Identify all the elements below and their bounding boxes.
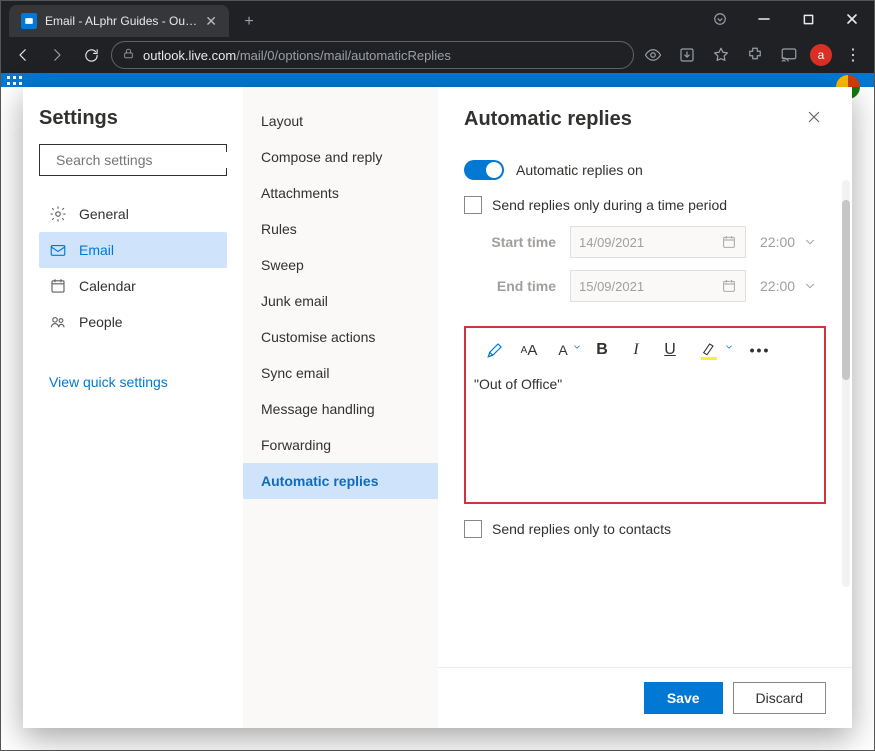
people-icon — [49, 313, 67, 331]
profile-avatar[interactable]: a — [810, 44, 832, 66]
forward-button[interactable] — [43, 41, 71, 69]
auto-replies-toggle[interactable] — [464, 160, 504, 180]
time-period-checkbox[interactable] — [464, 196, 482, 214]
underline-button[interactable]: U — [655, 336, 685, 364]
minimize-button[interactable] — [742, 4, 786, 34]
eye-icon[interactable] — [640, 42, 666, 68]
font-family-button[interactable]: AA — [514, 336, 544, 364]
italic-button[interactable]: I — [621, 336, 651, 364]
start-time-label: Start time — [480, 234, 570, 250]
outlook-app: Settings General Email — [1, 73, 874, 750]
chevron-down-icon — [803, 235, 817, 249]
panel-title: Automatic replies — [464, 108, 632, 131]
time-period-label: Send replies only during a time period — [492, 197, 727, 213]
auto-replies-toggle-label: Automatic replies on — [516, 162, 643, 178]
install-app-icon[interactable] — [674, 42, 700, 68]
browser-tab[interactable]: Email - ALphr Guides - Outlook ✕ — [9, 5, 229, 37]
url-text: outlook.live.com/mail/0/options/mail/aut… — [143, 48, 451, 63]
category-general[interactable]: General — [39, 196, 227, 232]
tab-title: Email - ALphr Guides - Outlook — [45, 14, 197, 28]
extensions-icon[interactable] — [742, 42, 768, 68]
cast-icon[interactable] — [776, 42, 802, 68]
omnibox[interactable]: outlook.live.com/mail/0/options/mail/aut… — [111, 41, 634, 69]
maximize-button[interactable] — [786, 4, 830, 34]
mail-icon — [49, 241, 67, 259]
scrollbar[interactable] — [842, 180, 850, 587]
settings-title: Settings — [39, 107, 227, 130]
chevron-down-pill-icon[interactable] — [698, 4, 742, 34]
nav-sync[interactable]: Sync email — [243, 355, 438, 391]
editor-content: "Out of Office" — [474, 376, 562, 392]
titlebar: Email - ALphr Guides - Outlook ✕ + — [1, 1, 874, 37]
close-settings-icon[interactable] — [802, 105, 826, 134]
nav-automatic-replies[interactable]: Automatic replies — [243, 463, 438, 499]
email-settings-nav: Layout Compose and reply Attachments Rul… — [243, 87, 438, 728]
panel-footer: Save Discard — [438, 667, 852, 728]
address-bar: outlook.live.com/mail/0/options/mail/aut… — [1, 37, 874, 73]
new-tab-button[interactable]: + — [235, 8, 263, 36]
start-hour-field[interactable]: 22:00 — [746, 234, 826, 250]
start-date-field[interactable]: 14/09/2021 — [570, 226, 746, 258]
view-quick-settings-link[interactable]: View quick settings — [39, 374, 227, 390]
window-controls — [742, 4, 874, 34]
bold-button[interactable]: B — [587, 336, 617, 364]
category-people[interactable]: People — [39, 304, 227, 340]
nav-forwarding[interactable]: Forwarding — [243, 427, 438, 463]
nav-rules[interactable]: Rules — [243, 211, 438, 247]
outlook-favicon — [21, 13, 37, 29]
calendar-icon — [721, 278, 737, 294]
nav-layout[interactable]: Layout — [243, 103, 438, 139]
back-button[interactable] — [9, 41, 37, 69]
nav-junk[interactable]: Junk email — [243, 283, 438, 319]
reply-editor-highlight: AA A B I U — [464, 326, 826, 504]
more-formatting-button[interactable]: ••• — [742, 336, 772, 364]
automatic-replies-panel: Automatic replies Automatic replies on — [438, 87, 852, 728]
lock-icon — [122, 47, 135, 63]
nav-customise[interactable]: Customise actions — [243, 319, 438, 355]
category-email[interactable]: Email — [39, 232, 227, 268]
tab-close-icon[interactable]: ✕ — [205, 13, 217, 30]
end-date-field[interactable]: 15/09/2021 — [570, 270, 746, 302]
contacts-only-checkbox[interactable] — [464, 520, 482, 538]
gear-icon — [49, 205, 67, 223]
editor-toolbar: AA A B I U — [466, 328, 824, 372]
nav-message-handling[interactable]: Message handling — [243, 391, 438, 427]
nav-compose[interactable]: Compose and reply — [243, 139, 438, 175]
end-hour-field[interactable]: 22:00 — [746, 278, 826, 294]
browser-window: Email - ALphr Guides - Outlook ✕ + — [0, 0, 875, 751]
font-size-button[interactable]: A — [548, 336, 578, 364]
close-window-button[interactable] — [830, 4, 874, 34]
calendar-icon — [49, 277, 67, 295]
reply-editor[interactable]: "Out of Office" — [466, 372, 824, 502]
search-settings[interactable] — [39, 144, 227, 176]
calendar-icon — [721, 234, 737, 250]
reload-button[interactable] — [77, 41, 105, 69]
nav-attachments[interactable]: Attachments — [243, 175, 438, 211]
end-time-label: End time — [480, 278, 570, 294]
star-icon[interactable] — [708, 42, 734, 68]
nav-sweep[interactable]: Sweep — [243, 247, 438, 283]
kebab-menu-icon[interactable]: ⋮ — [840, 42, 866, 68]
settings-sidebar: Settings General Email — [23, 87, 243, 728]
format-painter-icon[interactable] — [480, 336, 510, 364]
settings-dialog: Settings General Email — [23, 87, 852, 728]
search-settings-input[interactable] — [56, 152, 237, 168]
discard-button[interactable]: Discard — [733, 682, 826, 714]
highlight-button[interactable] — [694, 336, 724, 364]
chevron-down-icon — [803, 279, 817, 293]
category-calendar[interactable]: Calendar — [39, 268, 227, 304]
contacts-only-label: Send replies only to contacts — [492, 521, 671, 537]
viewport: Settings General Email — [1, 73, 874, 750]
save-button[interactable]: Save — [644, 682, 723, 714]
